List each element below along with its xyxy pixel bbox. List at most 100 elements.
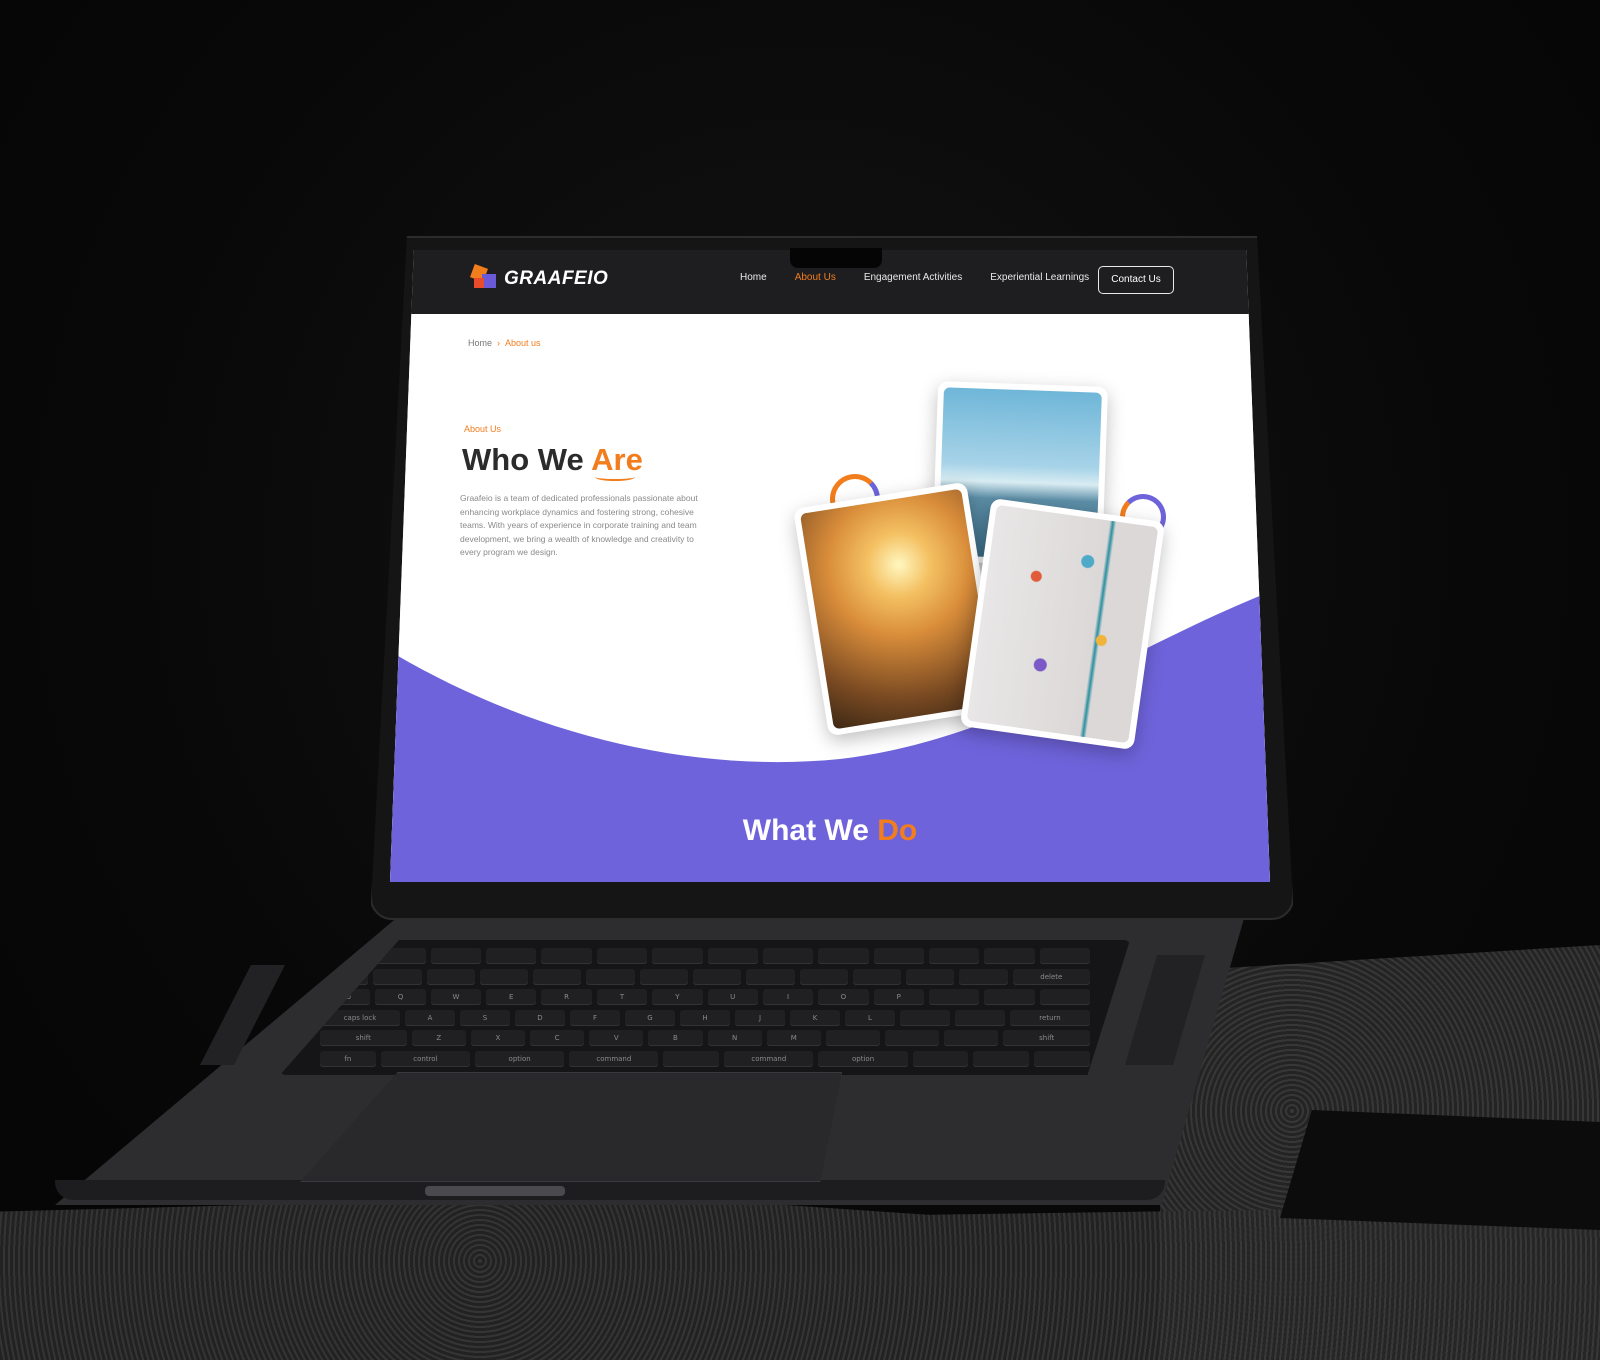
keyboard-key: [928, 948, 980, 965]
keyboard-key: S: [460, 1009, 510, 1026]
nav-links: Home About Us Engagement Activities Expe…: [740, 272, 1089, 283]
keyboard-key: [430, 948, 482, 965]
keyboard-key: H: [680, 1009, 730, 1026]
keyboard-key: [984, 989, 1035, 1006]
keyboard-key: R: [541, 989, 592, 1006]
brand-logo[interactable]: GRAAFEIO: [470, 264, 608, 292]
keyboard-key: [906, 968, 955, 985]
keyboard-row: caps lock A S D F G H J K Lreturn: [320, 1009, 1090, 1026]
keyboard-key: C: [530, 1030, 585, 1047]
keyboard-key: [885, 1030, 940, 1047]
keyboard-key: [1039, 948, 1091, 965]
keyboard-row: shift Z X C V B N Mshift: [320, 1030, 1091, 1047]
breadcrumb: Home › About us: [468, 338, 541, 348]
keyboard-key: M: [766, 1030, 821, 1047]
keyboard-key: J: [735, 1009, 785, 1026]
keyboard-key: [596, 948, 648, 965]
keyboard-key: N: [707, 1030, 762, 1047]
keyboard-row: fn control option command command option: [320, 1050, 1090, 1067]
keyboard-key: [818, 948, 869, 965]
keyboard-key: [426, 968, 475, 985]
keyboard-key: [928, 989, 980, 1006]
keyboard-key: delete: [1012, 968, 1090, 985]
keyboard-key: E: [486, 989, 537, 1006]
keyboard-key: P: [873, 989, 924, 1006]
about-description: Graafeio is a team of dedicated professi…: [460, 493, 698, 557]
keyboard-key: [639, 968, 688, 985]
keyboard-key: K: [790, 1009, 840, 1026]
keyboard-key: command: [569, 1050, 659, 1067]
keyboard-key: shift: [320, 1030, 407, 1047]
keyboard-key: U: [707, 989, 758, 1006]
keyboard-key: [692, 968, 742, 985]
breadcrumb-home[interactable]: Home: [468, 338, 492, 348]
title-accent: Are: [591, 442, 643, 477]
keyboard-key: option: [475, 1050, 565, 1067]
contact-us-button[interactable]: Contact Us: [1098, 266, 1174, 294]
keyboard-key: [479, 968, 529, 985]
keyboard-key: [533, 968, 582, 985]
logo-cube-icon: [470, 264, 498, 292]
keyboard-key: B: [648, 1030, 703, 1047]
keyboard-key: Y: [652, 989, 703, 1006]
keyboard-key: [944, 1030, 999, 1047]
keyboard-key: [746, 968, 795, 985]
wwd-accent: Do: [877, 814, 918, 847]
climbing-wall-photo: [966, 504, 1159, 744]
keyboard-key: [900, 1009, 950, 1026]
keyboard-row: esc: [320, 948, 1091, 965]
keyboard-key: shift: [1003, 1030, 1091, 1047]
keyboard-key: G: [625, 1009, 675, 1026]
keyboard-key: [586, 968, 635, 985]
keyboard-key: T: [596, 989, 648, 1006]
keyboard-key: F: [570, 1009, 620, 1026]
keyboard-key: control: [380, 1050, 470, 1067]
nav-home[interactable]: Home: [740, 272, 767, 283]
keyboard-key: Z: [411, 1030, 466, 1047]
camera-notch: [790, 248, 882, 268]
keyboard-key: [373, 968, 422, 985]
laptop-screen: GRAAFEIO Home About Us Engagement Activi…: [390, 250, 1270, 882]
keyboard-row: delete: [320, 968, 1090, 985]
keyboard-key: X: [470, 1030, 526, 1047]
about-hero: Home › About us About Us Who We Are Graa…: [390, 314, 1270, 882]
keyboard-key: return: [1010, 1009, 1090, 1026]
what-we-do-heading: What We Do: [390, 814, 1270, 848]
keyboard-key: [955, 1009, 1005, 1026]
nav-about-us[interactable]: About Us: [795, 272, 836, 283]
title-main: Who We: [462, 442, 592, 477]
nav-experiential-learnings[interactable]: Experiential Learnings: [990, 272, 1089, 283]
keyboard-key: [912, 1050, 969, 1067]
laptop-front-edge: [55, 1180, 1165, 1200]
keyboard-key: [799, 968, 848, 985]
keyboard-key: [486, 948, 537, 965]
keyboard-key: A: [405, 1009, 455, 1026]
keyboard-key: Q: [375, 989, 426, 1006]
keyboard-key: V: [589, 1030, 644, 1047]
keyboard-key: fn: [320, 1050, 376, 1067]
section-eyebrow: About Us: [464, 424, 502, 434]
keyboard-key: [852, 968, 902, 985]
chevron-right-icon: ›: [497, 338, 501, 348]
keyboard-key: [663, 1050, 720, 1067]
wwd-main: What We: [742, 814, 878, 847]
rock-shadow: [1280, 1110, 1600, 1230]
keyboard-key: [1034, 1050, 1090, 1067]
page-title: Who We Are: [462, 442, 643, 478]
keyboard-key: [984, 948, 1035, 965]
keyboard-row: tabQWERTYUIOP: [320, 989, 1091, 1006]
keyboard-key: [959, 968, 1008, 985]
keyboard-key: [707, 948, 758, 965]
laptop-notch-lip: [425, 1186, 565, 1196]
breadcrumb-current: About us: [505, 338, 541, 348]
keyboard-key: O: [818, 989, 869, 1006]
keyboard-key: I: [762, 989, 814, 1006]
nav-engagement-activities[interactable]: Engagement Activities: [864, 272, 962, 283]
keyboard: esc delete tabQWERTYUIOP caps lockASDFGH…: [280, 940, 1130, 1075]
keyboard-key: [541, 948, 592, 965]
keyboard-key: D: [515, 1009, 565, 1026]
photo-card-climbing: [959, 497, 1166, 751]
keyboard-key: [1039, 989, 1091, 1006]
keyboard-key: L: [845, 1009, 895, 1026]
keyboard-key: option: [818, 1050, 908, 1067]
